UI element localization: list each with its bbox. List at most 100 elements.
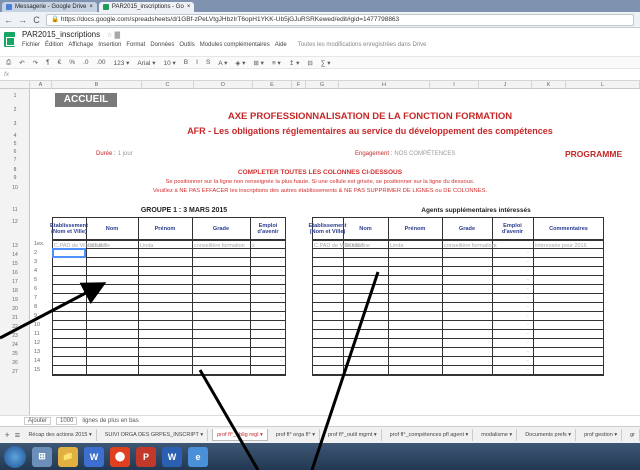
table-row[interactable]: [312, 338, 604, 339]
start-button-icon[interactable]: [4, 445, 26, 468]
row-header[interactable]: 24: [0, 342, 30, 348]
row-header[interactable]: 14: [0, 252, 30, 258]
column-header[interactable]: J: [479, 81, 532, 89]
emploi-dropdown[interactable]: -: [527, 286, 529, 292]
toolbar-button[interactable]: €: [58, 59, 62, 66]
toolbar-button[interactable]: .0: [83, 59, 88, 66]
row-header[interactable]: 23: [0, 333, 30, 339]
row-header[interactable]: 25: [0, 351, 30, 357]
toolbar-button[interactable]: ↷: [33, 59, 38, 67]
emploi-dropdown[interactable]: -: [280, 322, 282, 328]
table-row[interactable]: [312, 266, 604, 267]
emploi-dropdown[interactable]: -: [280, 358, 282, 364]
taskbar-app-icon[interactable]: 📁: [58, 446, 78, 467]
taskbar-app-icon[interactable]: W: [84, 446, 104, 467]
add-rows-count-input[interactable]: 1000: [56, 417, 78, 425]
row-header[interactable]: 3: [0, 121, 30, 127]
menu-item[interactable]: Données: [150, 42, 174, 48]
menu-item[interactable]: Aide: [275, 42, 287, 48]
column-header[interactable]: F: [292, 81, 306, 89]
row-header[interactable]: 13: [0, 243, 30, 249]
emploi-dropdown[interactable]: -: [527, 313, 529, 319]
column-header[interactable]: G: [306, 81, 339, 89]
row-header[interactable]: 21: [0, 315, 30, 321]
sheet-tab[interactable]: prof fl°_outil mgmt ▾: [324, 429, 382, 441]
emploi-dropdown[interactable]: -: [280, 340, 282, 346]
toolbar-button[interactable]: ◈ ▾: [235, 59, 245, 67]
row-header[interactable]: 1: [0, 93, 30, 99]
row-header[interactable]: 17: [0, 279, 30, 285]
table-row[interactable]: [312, 257, 604, 258]
sheet-grid[interactable]: ACCUEIL AXE PROFESSIONNALISATION DE LA F…: [30, 89, 640, 415]
toolbar-button[interactable]: B: [184, 59, 188, 66]
emploi-dropdown[interactable]: -: [280, 304, 282, 310]
column-header[interactable]: I: [430, 81, 479, 89]
toolbar-button[interactable]: ¶: [46, 59, 50, 66]
document-title[interactable]: PAR2015_inscriptions ☆ ▇: [22, 30, 120, 39]
menu-item[interactable]: Insertion: [98, 42, 121, 48]
table-row[interactable]: [312, 356, 604, 357]
row-header[interactable]: 18: [0, 288, 30, 294]
toolbar-button[interactable]: Arial ▾: [137, 59, 155, 67]
menu-item[interactable]: Fichier: [22, 42, 40, 48]
column-header[interactable]: D: [194, 81, 253, 89]
toolbar-button[interactable]: S: [206, 59, 210, 66]
emploi-dropdown[interactable]: -: [280, 277, 282, 283]
row-header[interactable]: 6: [0, 149, 30, 155]
column-header[interactable]: E: [253, 81, 292, 89]
row-header[interactable]: 19: [0, 297, 30, 303]
emploi-dropdown[interactable]: -: [527, 367, 529, 373]
row-header[interactable]: 12: [0, 219, 30, 225]
column-header[interactable]: L: [566, 81, 640, 89]
table-row[interactable]: [312, 302, 604, 303]
emploi-dropdown[interactable]: -: [280, 313, 282, 319]
table-row[interactable]: [312, 320, 604, 321]
menu-item[interactable]: Outils: [179, 42, 194, 48]
menu-item[interactable]: Affichage: [68, 42, 93, 48]
row-header[interactable]: 10: [0, 185, 30, 191]
emploi-dropdown[interactable]: -: [280, 259, 282, 265]
row-header[interactable]: 9: [0, 175, 30, 181]
table-row[interactable]: [312, 293, 604, 294]
emploi-dropdown[interactable]: -: [527, 268, 529, 274]
sheet-tab[interactable]: prof fl° orga fl° ▾: [272, 429, 320, 441]
row-header[interactable]: 8: [0, 167, 30, 173]
taskbar-app-icon[interactable]: ⊞: [32, 446, 52, 467]
taskbar-app-icon[interactable]: P: [136, 446, 156, 467]
emploi-dropdown[interactable]: -: [280, 268, 282, 274]
emploi-dropdown[interactable]: -: [280, 367, 282, 373]
toolbar-button[interactable]: I: [196, 59, 198, 66]
sheet-tab[interactable]: Documents prefs ▾: [521, 429, 577, 441]
accueil-button[interactable]: ACCUEIL: [55, 93, 117, 107]
row-header[interactable]: 20: [0, 306, 30, 312]
column-header[interactable]: A: [30, 81, 52, 89]
url-field[interactable]: 🔒 https://docs.google.com/spreadsheets/d…: [46, 13, 634, 26]
row-header[interactable]: 27: [0, 369, 30, 375]
back-icon[interactable]: ←: [4, 15, 13, 25]
toolbar-button[interactable]: ⎙: [6, 59, 11, 67]
add-rows-button[interactable]: Ajouter: [24, 417, 52, 425]
table-row[interactable]: [52, 374, 286, 375]
menu-item[interactable]: Modules complémentaires: [200, 42, 270, 48]
emploi-dropdown[interactable]: -: [527, 250, 529, 256]
emploi-dropdown[interactable]: -: [527, 349, 529, 355]
sheet-tab[interactable]: modalisme ▾: [477, 429, 518, 441]
toolbar-button[interactable]: ≡ ▾: [272, 59, 281, 67]
row-header[interactable]: 15: [0, 261, 30, 267]
sheets-logo-icon[interactable]: [4, 32, 15, 47]
row-header[interactable]: 11: [0, 207, 30, 213]
toolbar-button[interactable]: ↥ ▾: [289, 59, 300, 67]
browser-tab-messagerie[interactable]: Messagerie - Google Drive ×: [2, 2, 97, 12]
toolbar-button[interactable]: ⊞ ▾: [253, 59, 264, 67]
row-header[interactable]: 16: [0, 270, 30, 276]
sheet-tab[interactable]: gr: [626, 429, 640, 441]
close-icon[interactable]: ×: [89, 2, 93, 12]
sheet-tab[interactable]: Récap des actions 2015 ▾: [24, 429, 97, 441]
emploi-dropdown[interactable]: -: [527, 295, 529, 301]
toolbar-button[interactable]: ↶: [19, 59, 24, 67]
emploi-dropdown[interactable]: -: [527, 358, 529, 364]
sheet-tab[interactable]: SUIVI ORGA DES GRPES_INSCRIPT ▾: [101, 429, 209, 441]
column-header[interactable]: K: [532, 81, 566, 89]
table-row[interactable]: [312, 347, 604, 348]
toolbar-button[interactable]: 10 ▾: [163, 59, 175, 67]
